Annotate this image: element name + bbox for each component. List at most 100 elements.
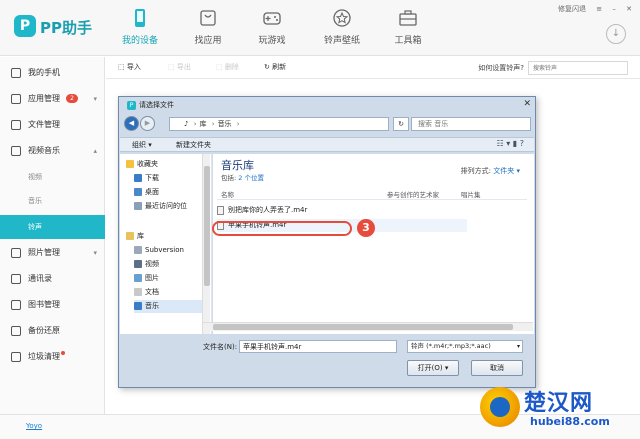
sidebar-item-contacts[interactable]: 通讯录 — [0, 267, 105, 291]
sidebar-item-photo-management[interactable]: 照片管理 ▾ — [0, 241, 105, 265]
notification-badge: 2 — [66, 94, 78, 103]
refresh-icon[interactable]: ↻ — [393, 117, 409, 131]
open-button[interactable]: 打开(O) ▾ — [407, 360, 459, 376]
breadcrumb-music[interactable]: 音乐 — [218, 120, 232, 128]
view-list-icon[interactable]: ☷ ▾ — [497, 139, 511, 148]
file-icon — [217, 205, 224, 215]
sidebar-item-label: 照片管理 — [28, 248, 60, 257]
tab-toolbox[interactable]: 工具箱 — [376, 6, 440, 50]
sidebar-item-video[interactable]: 视频 — [0, 165, 105, 189]
music-icon — [134, 302, 142, 310]
breadcrumb-library[interactable]: 库 — [200, 120, 207, 128]
folder-icon — [134, 246, 142, 254]
tree-scrollbar[interactable] — [202, 154, 210, 334]
tree-label: 文档 — [145, 288, 159, 296]
filename-label: 文件名(N): — [203, 343, 238, 351]
file-row[interactable]: 别把库你的人弄丢了.m4r — [217, 204, 467, 217]
column-headers: 名称 参与创作的艺术家 唱片集 — [217, 188, 527, 200]
breadcrumb[interactable]: ♪ › 库 › 音乐 › — [169, 117, 389, 131]
file-open-dialog: P请选择文件 ✕ ◀ ▶ ♪ ›库 ›音乐 › ↻ 组织 ▾ 新建文件夹 ☷ ▾… — [118, 96, 536, 388]
sidebar-item-backup-restore[interactable]: 备份还原 — [0, 319, 105, 343]
back-arrow-icon[interactable]: ◀ — [124, 116, 139, 131]
column-artist[interactable]: 参与创作的艺术家 — [387, 189, 439, 199]
preview-pane-icon[interactable]: ▮ — [513, 139, 517, 148]
shopping-bag-icon — [200, 10, 216, 26]
new-folder-button[interactable]: 新建文件夹 — [176, 140, 211, 150]
sidebar-item-junk-cleanup[interactable]: 垃圾清理 — [0, 345, 105, 369]
organize-button[interactable]: 组织 ▾ — [132, 140, 152, 150]
scrollbar-thumb[interactable] — [204, 166, 210, 286]
filename-input[interactable] — [239, 340, 397, 353]
sidebar-item-app-management[interactable]: 应用管理 2 ▾ — [0, 87, 105, 111]
tab-ringtones-wallpaper[interactable]: 铃声壁纸 — [310, 6, 374, 50]
sidebar-item-ringtones[interactable]: 铃声 — [0, 215, 105, 239]
refresh-button[interactable]: ↻ 刷新 — [264, 62, 286, 72]
tab-games[interactable]: 玩游戏 — [240, 6, 304, 50]
app-icon — [11, 94, 21, 104]
tree-music[interactable]: 音乐 — [134, 300, 202, 313]
sidebar-item-label: 通讯录 — [28, 274, 52, 283]
view-options: ☷ ▾ ▮ ? — [497, 139, 524, 148]
locations-link[interactable]: 2 个位置 — [238, 174, 264, 182]
tab-find-apps[interactable]: 找应用 — [176, 6, 240, 50]
horizontal-scrollbar[interactable] — [203, 322, 533, 331]
sidebar-item-file-management[interactable]: 文件管理 — [0, 113, 105, 137]
tab-my-device[interactable]: 我的设备 — [108, 6, 172, 50]
repair-crash-link[interactable]: 修复闪退 — [558, 4, 586, 14]
sidebar-item-label: 文件管理 — [28, 120, 60, 129]
tree-label: Subversion — [145, 246, 184, 254]
sidebar-item-video-music[interactable]: 视频音乐 ▴ — [0, 139, 105, 163]
chevron-down-icon: ▾ — [93, 95, 97, 103]
arrange-by-dropdown[interactable]: 文件夹 ▾ — [493, 167, 520, 175]
video-icon — [11, 146, 21, 156]
tree-label: 视频 — [145, 260, 159, 268]
close-icon[interactable]: ✕ — [523, 99, 531, 109]
sidebar-item-label: 视频音乐 — [28, 146, 60, 155]
sidebar-item-music[interactable]: 音乐 — [0, 189, 105, 213]
trash-icon — [11, 352, 21, 362]
star-icon — [333, 9, 351, 27]
watermark-url: hubei88.com — [530, 415, 610, 428]
photo-icon — [11, 248, 21, 258]
sidebar-item-label: 备份还原 — [28, 326, 60, 335]
howto-ringtone-link[interactable]: 如何设置铃声? — [478, 63, 524, 73]
sidebar-item-my-phone[interactable]: 我的手机 — [0, 61, 105, 85]
video-icon — [134, 260, 142, 268]
sidebar-item-label: 应用管理 — [28, 94, 60, 103]
pp-logo-icon: P — [14, 15, 36, 37]
notification-dot — [61, 351, 65, 355]
tab-label: 我的设备 — [121, 36, 158, 46]
app-name: PP助手 — [40, 19, 92, 37]
filetype-select[interactable]: 铃声 (*.m4r;*.mp3;*.aac) ▾ — [407, 340, 523, 353]
tab-label: 找应用 — [194, 36, 222, 46]
sidebar-item-books[interactable]: 图书管理 — [0, 293, 105, 317]
download-icon[interactable]: ↓ — [606, 24, 626, 44]
picture-icon — [134, 274, 142, 282]
ringtone-search-input[interactable] — [528, 61, 628, 75]
recent-places-icon — [134, 202, 142, 210]
close-icon[interactable]: ✕ — [626, 5, 632, 13]
menu-icon[interactable]: ≡ — [596, 5, 602, 13]
book-icon — [11, 300, 21, 310]
sidebar-item-label: 垃圾清理 — [28, 352, 60, 361]
document-icon — [134, 288, 142, 296]
library-title: 音乐库 — [221, 159, 254, 172]
column-album[interactable]: 唱片集 — [461, 189, 481, 199]
watermark-logo-icon — [480, 387, 520, 427]
yoyo-link[interactable]: Yoyo — [26, 422, 42, 430]
tree-label: 库 — [137, 232, 144, 240]
help-icon[interactable]: ? — [520, 139, 524, 148]
download-icon — [134, 174, 142, 182]
command-bar: 组织 ▾ 新建文件夹 ☷ ▾ ▮ ? — [120, 137, 534, 152]
forward-arrow-icon[interactable]: ▶ — [140, 116, 155, 131]
import-button[interactable]: ⬚ 导入 — [118, 62, 141, 72]
dialog-search-input[interactable] — [411, 117, 531, 131]
export-button[interactable]: ⬚ 导出 — [168, 62, 191, 72]
column-name[interactable]: 名称 — [221, 189, 234, 199]
dialog-title: P 请选择文件 — [127, 100, 174, 110]
delete-button[interactable]: ⬚ 删除 — [216, 62, 239, 72]
minimize-icon[interactable]: – — [612, 5, 616, 13]
scrollbar-thumb[interactable] — [213, 324, 513, 330]
chevron-up-icon: ▴ — [93, 147, 97, 155]
cancel-button[interactable]: 取消 — [471, 360, 523, 376]
